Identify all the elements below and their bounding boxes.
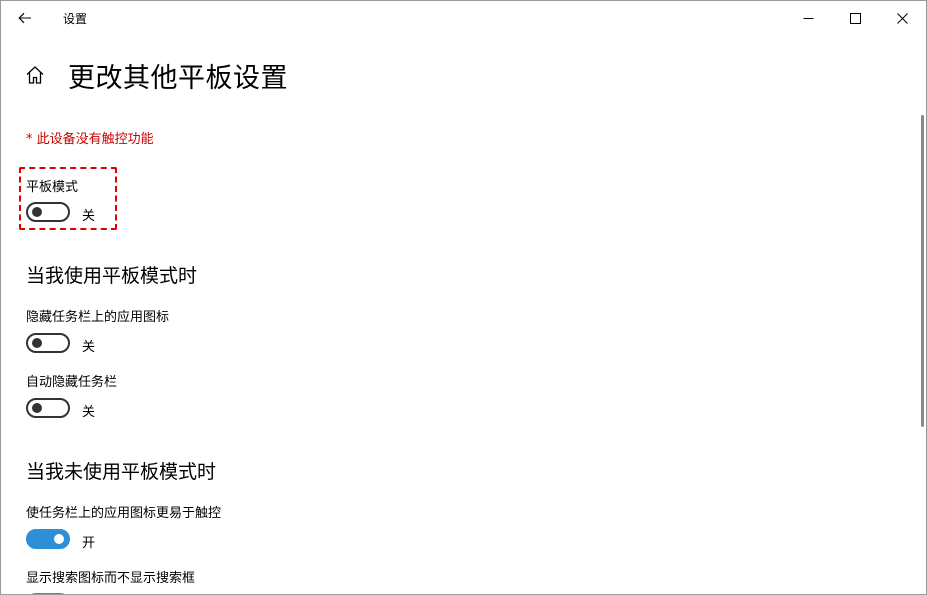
tablet-mode-label: 平板模式 [26, 180, 79, 195]
section-heading-using-tablet: 当我使用平板模式时 [26, 265, 198, 287]
tablet-mode-state: 关 [82, 209, 96, 224]
hide-app-icons-state: 关 [82, 340, 96, 355]
auto-hide-taskbar-state: 关 [82, 405, 96, 420]
vertical-scrollbar[interactable] [918, 35, 926, 594]
hide-app-icons-label: 隐藏任务栏上的应用图标 [26, 310, 170, 325]
maximize-icon [850, 12, 861, 24]
hide-app-icons-toggle[interactable] [26, 333, 70, 353]
home-icon[interactable] [23, 63, 47, 87]
scrollbar-thumb[interactable] [921, 115, 924, 427]
toggle-knob [32, 338, 42, 348]
touch-friendly-icons-toggle[interactable] [26, 529, 70, 549]
settings-window: 设置 更改其他平板设置 * 此设备没有触控功能 平板模式 关 当我使用平板模式时… [0, 0, 927, 595]
auto-hide-taskbar-label: 自动隐藏任务栏 [26, 375, 118, 390]
minimize-button[interactable] [785, 1, 832, 35]
toggle-knob [54, 534, 64, 544]
no-touch-warning: * 此设备没有触控功能 [26, 132, 154, 147]
caption-buttons [785, 1, 926, 35]
toggle-knob [32, 403, 42, 413]
app-title: 设置 [63, 12, 88, 26]
page-title: 更改其他平板设置 [68, 63, 288, 94]
close-button[interactable] [879, 1, 926, 35]
maximize-button[interactable] [832, 1, 879, 35]
close-icon [897, 12, 908, 24]
section-heading-not-using-tablet: 当我未使用平板模式时 [26, 461, 217, 483]
back-button[interactable] [1, 1, 49, 35]
minimize-icon [803, 17, 814, 19]
toggle-knob [32, 207, 42, 217]
show-search-icon-label: 显示搜索图标而不显示搜索框 [26, 571, 196, 586]
touch-friendly-icons-state: 开 [82, 536, 96, 551]
tablet-mode-toggle[interactable] [26, 202, 70, 222]
title-bar: 设置 [1, 1, 926, 35]
back-arrow-icon [18, 12, 31, 24]
auto-hide-taskbar-toggle[interactable] [26, 398, 70, 418]
touch-friendly-icons-label: 使任务栏上的应用图标更易于触控 [26, 506, 222, 521]
